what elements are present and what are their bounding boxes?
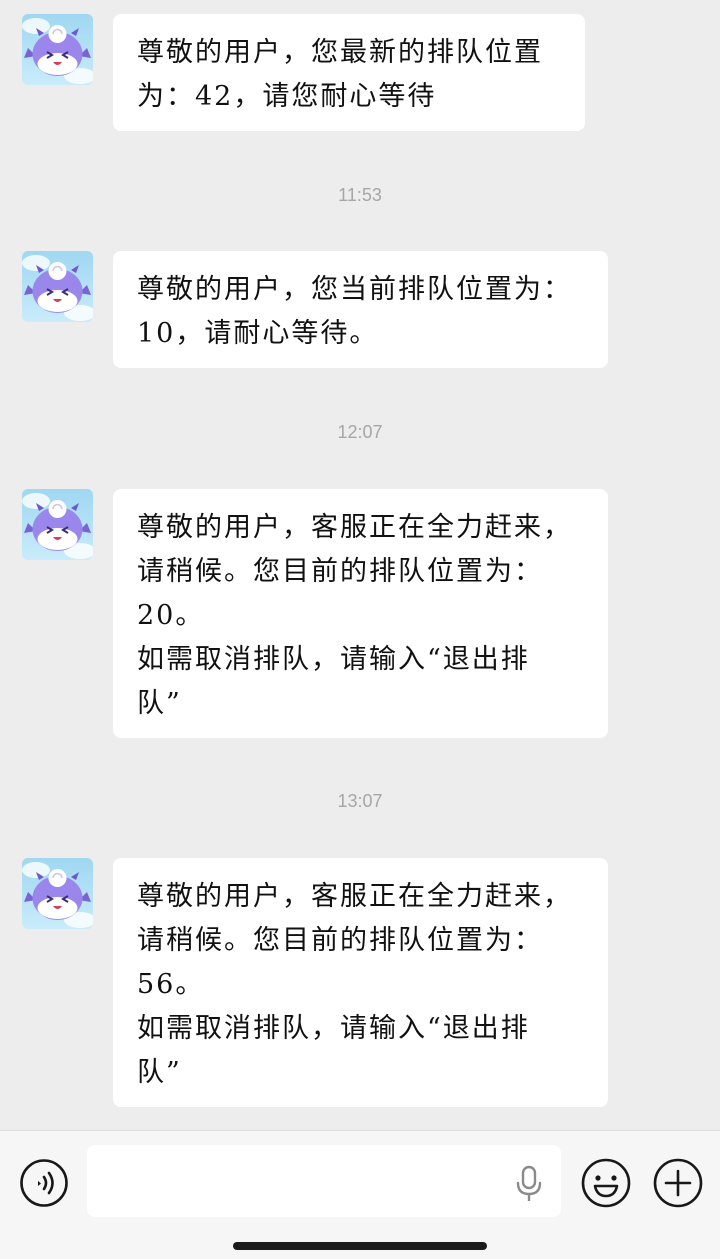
message-line: 10，请耐心等待。 <box>137 318 379 349</box>
message-line: 请稍候。您目前的排队位置为： <box>137 556 543 587</box>
message-line: 为：42，请您耐心等待 <box>137 81 437 112</box>
message-line: 尊敬的用户，客服正在全力赶来， <box>137 512 572 543</box>
message-bubble[interactable]: 尊敬的用户，您最新的排队位置 为：42，请您耐心等待 <box>113 14 585 131</box>
chat-history[interactable]: 尊敬的用户，您最新的排队位置 为：42，请您耐心等待 11:53 尊敬的用户，您… <box>0 0 720 1130</box>
voice-mode-icon[interactable] <box>19 1158 69 1208</box>
purple-monster-avatar-icon[interactable] <box>22 251 93 322</box>
message-line: 20。 <box>137 600 205 631</box>
emoji-smiley-icon[interactable] <box>580 1157 632 1209</box>
message-line: 56。 <box>137 969 205 1000</box>
timestamp: 11:53 <box>338 185 382 205</box>
message-input[interactable] <box>87 1145 561 1217</box>
microphone-icon[interactable] <box>513 1164 545 1204</box>
message-line: 尊敬的用户，客服正在全力赶来， <box>137 881 572 912</box>
plus-icon[interactable] <box>652 1157 704 1209</box>
message-line: 请稍候。您目前的排队位置为： <box>137 925 543 956</box>
message-line: 如需取消排队，请输入“退出排 <box>137 1013 530 1044</box>
purple-monster-avatar-icon[interactable] <box>22 858 93 929</box>
message-line: 尊敬的用户，您最新的排队位置 <box>137 37 543 68</box>
timestamp: 12:07 <box>337 422 383 442</box>
message-line: 尊敬的用户，您当前排队位置为： <box>137 274 572 305</box>
message-line: 如需取消排队，请输入“退出排 <box>137 644 530 675</box>
timestamp: 13:07 <box>337 791 383 811</box>
message-line: 队” <box>137 688 182 719</box>
purple-monster-avatar-icon[interactable] <box>22 14 93 85</box>
message-bubble[interactable]: 尊敬的用户，客服正在全力赶来， 请稍候。您目前的排队位置为： 56。 如需取消排… <box>113 858 608 1107</box>
message-bubble[interactable]: 尊敬的用户，客服正在全力赶来， 请稍候。您目前的排队位置为： 20。 如需取消排… <box>113 489 608 738</box>
input-bar <box>0 1130 720 1259</box>
message-bubble[interactable]: 尊敬的用户，您当前排队位置为： 10，请耐心等待。 <box>113 251 608 368</box>
home-indicator <box>233 1242 487 1250</box>
purple-monster-avatar-icon[interactable] <box>22 489 93 560</box>
message-line: 队” <box>137 1057 182 1088</box>
